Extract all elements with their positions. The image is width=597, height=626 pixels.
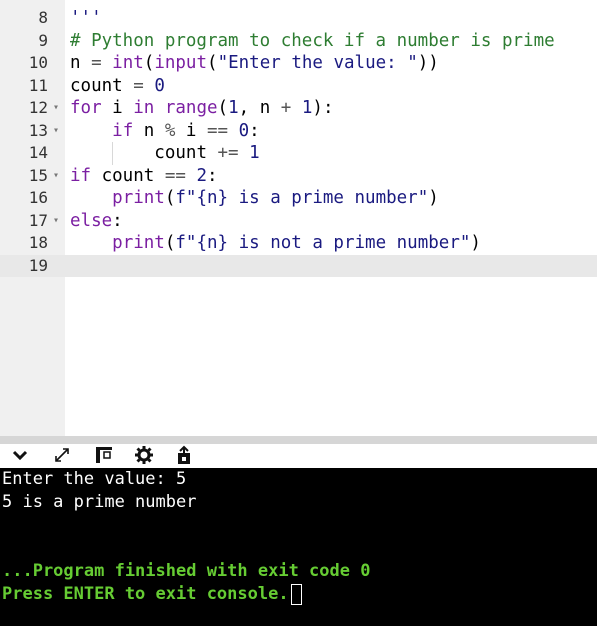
- code-line-11[interactable]: 11 count = 0: [0, 75, 597, 98]
- code-text: count += 1: [154, 143, 260, 163]
- code-line-9[interactable]: 9 # Python program to check if a number i…: [0, 30, 597, 53]
- expand-icon: [55, 448, 69, 462]
- code-line-8[interactable]: 8 ''': [0, 7, 597, 30]
- line-number: 19: [28, 255, 48, 275]
- code-line-19[interactable]: 19: [0, 254, 597, 277]
- console-exit-prompt: Press ENTER to exit console.: [2, 583, 302, 605]
- line-number: 18: [28, 233, 48, 252]
- code-text: if n % i == 0:: [112, 120, 260, 141]
- line-number: 15: [28, 165, 48, 185]
- code-text: # Python program to check if a number is…: [70, 30, 555, 51]
- line-number: 11: [28, 75, 48, 95]
- indent-guide: [112, 142, 114, 165]
- line-number: 13: [28, 120, 48, 140]
- code-line-10[interactable]: 10 n = int(input("Enter the value: ")): [0, 52, 597, 75]
- stdin-upload-icon: [178, 445, 190, 464]
- code-text: count = 0: [70, 75, 165, 96]
- code-line-13[interactable]: 13 ▾ if n % i == 0:: [0, 120, 597, 143]
- chevron-down-icon: [12, 450, 28, 461]
- stdin-input-button[interactable]: [172, 444, 196, 466]
- fold-toggle-icon[interactable]: ▾: [51, 97, 61, 120]
- code-line-12[interactable]: 12 ▾ for i in range(1, n + 1):: [0, 97, 597, 120]
- fold-toggle-icon[interactable]: ▾: [51, 210, 61, 233]
- code-text: else:: [70, 210, 123, 231]
- maximize-console-button[interactable]: [50, 444, 74, 466]
- line-number: 9: [38, 30, 48, 50]
- code-text: if count == 2:: [70, 165, 218, 186]
- line-number: 14: [28, 143, 48, 162]
- code-text: for i in range(1, n + 1):: [70, 98, 334, 118]
- copy-output-button[interactable]: [92, 444, 116, 466]
- line-number: 10: [28, 53, 48, 72]
- console-cursor[interactable]: [290, 583, 302, 605]
- code-editor[interactable]: 8 ''' 9 # Python program to check if a numb…: [0, 0, 597, 436]
- code-line-17[interactable]: 17 ▾ else:: [0, 210, 597, 233]
- code-text: print(f"{n} is a prime number"): [112, 188, 439, 208]
- code-line-16[interactable]: 16 print(f"{n} is a prime number"): [0, 187, 597, 210]
- output-console[interactable]: Enter the value: 5 5 is a prime number .…: [0, 468, 597, 626]
- line-number: 17: [28, 210, 48, 230]
- fold-toggle-icon[interactable]: ▾: [51, 120, 61, 143]
- code-text: ''': [70, 8, 102, 28]
- code-line-14[interactable]: 14 count += 1: [0, 142, 597, 165]
- collapse-console-button[interactable]: [8, 444, 32, 466]
- line-number: 8: [38, 8, 48, 27]
- code-line-18[interactable]: 18 print(f"{n} is not a prime number"): [0, 232, 597, 255]
- code-line-15[interactable]: 15 ▾ if count == 2:: [0, 165, 597, 188]
- line-number: 16: [28, 188, 48, 207]
- code-text: print(f"{n} is not a prime number"): [112, 233, 481, 253]
- line-number: 12: [28, 98, 48, 117]
- settings-gear-icon: [135, 446, 153, 464]
- console-toolbar: [0, 444, 597, 468]
- panel-resize-divider[interactable]: [0, 436, 597, 444]
- console-result-line: 5 is a prime number: [2, 492, 197, 512]
- console-exit-text: Press ENTER to exit console.: [2, 584, 289, 604]
- console-prompt-line: Enter the value: 5: [2, 469, 187, 489]
- console-settings-button[interactable]: [132, 444, 156, 466]
- console-finished-line: ...Program finished with exit code 0: [2, 561, 371, 581]
- copy-icon: [96, 447, 112, 463]
- code-text: n = int(input("Enter the value: ")): [70, 53, 439, 73]
- fold-toggle-icon[interactable]: ▾: [51, 165, 61, 188]
